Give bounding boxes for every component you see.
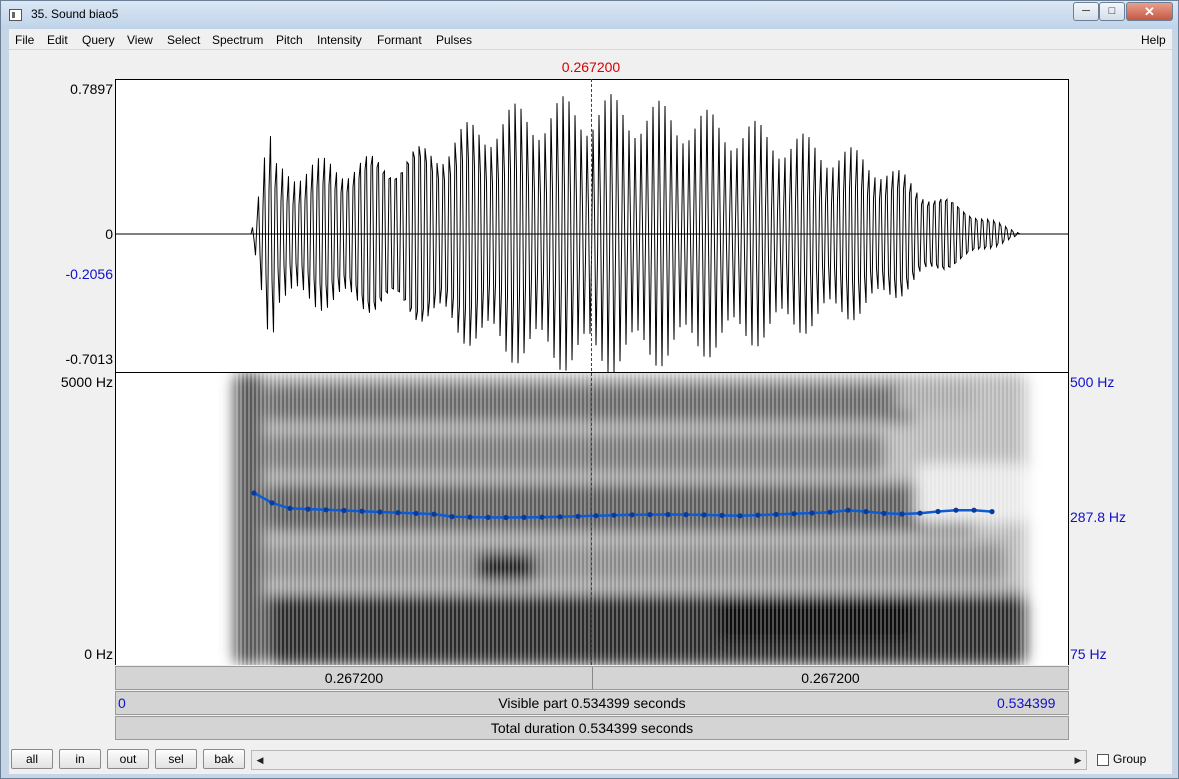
pitch-point: [827, 509, 833, 515]
zoom-all-button[interactable]: all: [11, 749, 53, 769]
zoom-in-button[interactable]: in: [59, 749, 101, 769]
praat-sound-window: 35. Sound biao5 ─ □ ✕ File Edit Query Vi…: [0, 0, 1179, 779]
pitch-bottom-label: 75 Hz: [1070, 646, 1107, 662]
window-title: 35. Sound biao5: [31, 7, 119, 21]
pitch-point: [449, 514, 455, 520]
menu-bar: File Edit Query View Select Spectrum Pit…: [9, 29, 1172, 50]
menu-edit[interactable]: Edit: [47, 33, 68, 47]
pitch-point: [701, 512, 707, 518]
time-bar-left-label[interactable]: 0.267200: [116, 667, 592, 689]
group-label: Group: [1113, 752, 1147, 766]
spectrogram-striations: [234, 373, 1026, 665]
menu-query[interactable]: Query: [82, 33, 115, 47]
total-duration-label: Total duration 0.534399 seconds: [490, 720, 694, 736]
pitch-point: [413, 510, 419, 516]
pitch-point: [755, 512, 761, 518]
pitch-point: [341, 507, 347, 514]
scroll-left-icon[interactable]: ◀: [252, 751, 268, 769]
waveform-zero-label: 0: [105, 226, 113, 242]
pitch-point: [467, 514, 473, 520]
menu-pulses[interactable]: Pulses: [436, 33, 472, 47]
pitch-point: [935, 508, 941, 515]
spectrogram-bottom-label: 0 Hz: [84, 646, 113, 662]
pitch-point: [377, 509, 383, 515]
pitch-point: [323, 507, 329, 513]
cursor-time-label: 0.267200: [561, 59, 621, 75]
menu-intensity[interactable]: Intensity: [317, 33, 362, 47]
pitch-point: [287, 505, 293, 511]
minimize-button[interactable]: ─: [1073, 2, 1099, 21]
app-icon: [9, 9, 22, 21]
pitch-point: [773, 511, 779, 517]
cursor-line: [591, 79, 592, 665]
maximize-button[interactable]: □: [1099, 2, 1125, 21]
visible-part-bar[interactable]: Visible part 0.534399 seconds: [115, 691, 1069, 715]
pitch-point: [269, 500, 275, 506]
menu-view[interactable]: View: [127, 33, 153, 47]
pitch-point: [953, 507, 959, 513]
pitch-point: [611, 512, 617, 518]
horizontal-scrollbar[interactable]: ◀ ▶: [251, 750, 1087, 770]
waveform-ymax-label: 0.7897: [70, 81, 113, 97]
pitch-point: [881, 510, 887, 516]
pitch-point: [539, 514, 545, 520]
zoom-out-button[interactable]: out: [107, 749, 149, 769]
bottom-control-bar: all in out sel bak ◀ ▶ Group: [9, 745, 1172, 774]
spectrogram-plot: [234, 373, 1026, 665]
pitch-point: [683, 512, 689, 518]
total-duration-bar[interactable]: Total duration 0.534399 seconds: [115, 716, 1069, 740]
pitch-point: [971, 507, 977, 513]
zoom-back-button[interactable]: bak: [203, 749, 245, 769]
menu-file[interactable]: File: [15, 33, 34, 47]
menu-help[interactable]: Help: [1141, 33, 1166, 47]
pitch-point: [845, 507, 851, 513]
pitch-point: [395, 510, 401, 516]
pitch-point: [989, 509, 995, 515]
waveform-cursor-value-label: -0.2056: [65, 266, 113, 282]
group-checkbox[interactable]: [1097, 754, 1109, 766]
visible-end-label: 0.534399: [997, 695, 1056, 711]
pitch-point: [359, 508, 365, 514]
cursor-time-bar[interactable]: 0.267200 0.267200: [115, 666, 1069, 690]
waveform-plot: [116, 94, 1068, 372]
visible-part-label: Visible part 0.534399 seconds: [498, 695, 686, 711]
pitch-point: [557, 514, 563, 520]
pitch-point: [809, 510, 815, 516]
close-button[interactable]: ✕: [1126, 2, 1173, 21]
pitch-point: [575, 513, 581, 519]
pitch-point: [251, 490, 257, 496]
pitch-point: [647, 512, 653, 518]
menu-pitch[interactable]: Pitch: [276, 33, 303, 47]
waveform-ymin-label: -0.7013: [65, 351, 113, 367]
pitch-point: [503, 514, 509, 521]
visible-start-label: 0: [118, 695, 126, 711]
zoom-selection-button[interactable]: sel: [155, 749, 197, 769]
pitch-point: [899, 511, 905, 517]
pitch-point: [305, 506, 311, 512]
waveform-signal: [250, 94, 1021, 372]
spectrogram-panel[interactable]: [115, 373, 1069, 665]
pitch-point: [917, 510, 923, 516]
menu-formant[interactable]: Formant: [377, 33, 422, 47]
pitch-point: [629, 512, 635, 518]
pitch-point: [593, 513, 599, 519]
pitch-top-label: 500 Hz: [1070, 374, 1115, 390]
title-bar[interactable]: 35. Sound biao5 ─ □ ✕: [1, 1, 1178, 29]
time-bar-right-label[interactable]: 0.267200: [593, 667, 1068, 689]
scroll-right-icon[interactable]: ▶: [1070, 751, 1086, 769]
pitch-point: [719, 512, 725, 518]
menu-spectrum[interactable]: Spectrum: [212, 33, 263, 47]
pitch-point: [431, 511, 437, 517]
pitch-cursor-label: 287.8 Hz: [1070, 509, 1127, 525]
pitch-point: [737, 513, 743, 519]
waveform-panel[interactable]: [115, 79, 1069, 373]
menu-select[interactable]: Select: [167, 33, 200, 47]
pitch-point: [521, 514, 527, 520]
pitch-point: [791, 511, 797, 517]
pitch-point: [665, 511, 671, 518]
pitch-point: [485, 514, 491, 520]
pitch-point: [863, 509, 869, 515]
spectrogram-top-label: 5000 Hz: [60, 374, 113, 390]
